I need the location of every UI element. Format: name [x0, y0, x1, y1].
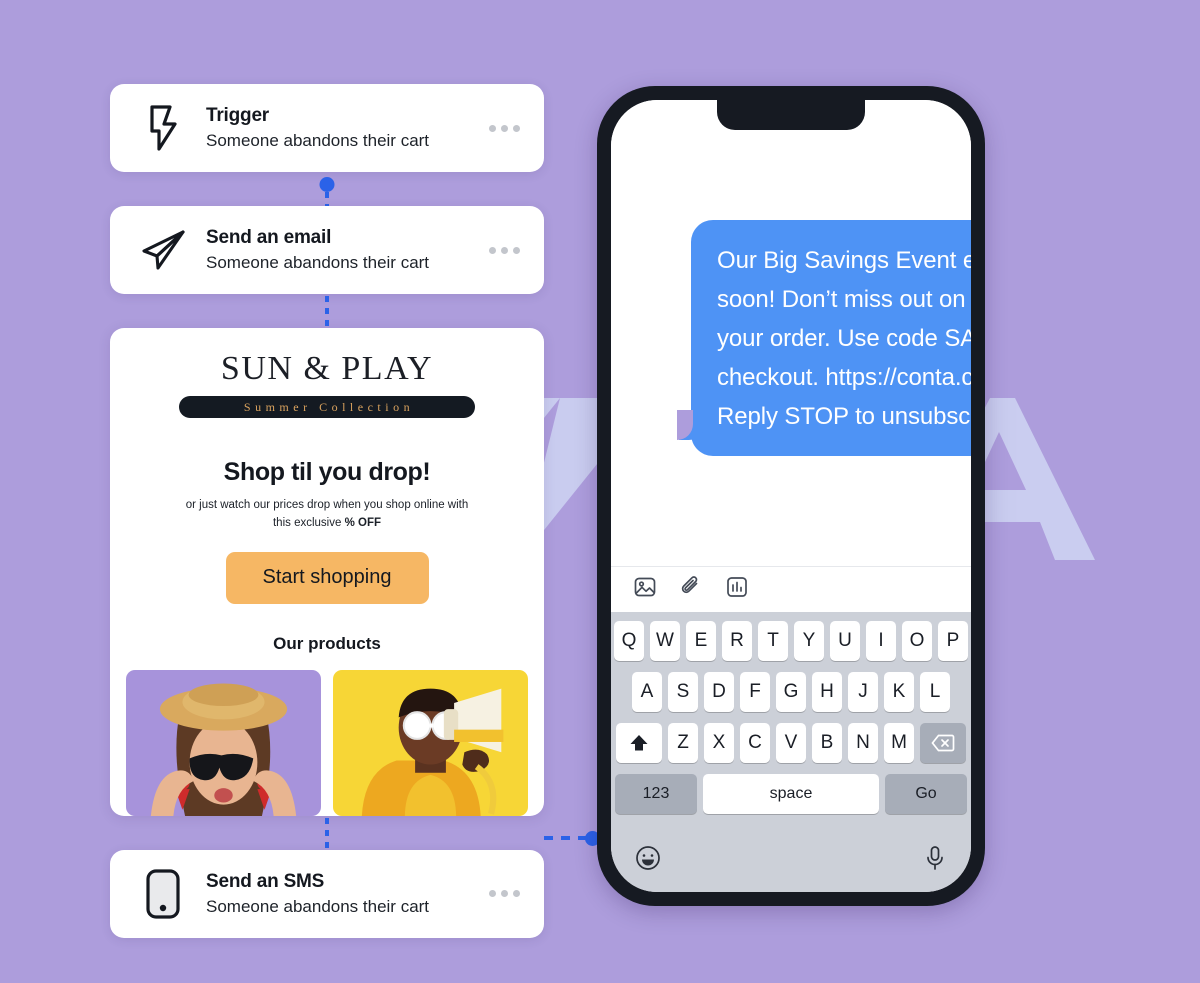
key-w[interactable]: W: [650, 621, 680, 661]
keyboard-row-2: A S D F G H J K L: [614, 672, 968, 712]
bubble-tail: [677, 410, 705, 441]
key-q[interactable]: Q: [614, 621, 644, 661]
more-options-icon[interactable]: [489, 890, 526, 898]
products-row: [126, 669, 528, 816]
paperclip-icon[interactable]: [679, 575, 703, 604]
sms-to-phone-connector: [544, 831, 600, 847]
key-x[interactable]: X: [704, 723, 734, 763]
flow-card-send-email[interactable]: Send an email Someone abandons their car…: [110, 206, 544, 294]
phone-mockup: Our Big Savings Event ends soon! Don’t m…: [597, 86, 985, 906]
sms-message-text: Our Big Savings Event ends soon! Don’t m…: [717, 247, 971, 430]
shift-icon[interactable]: [616, 723, 662, 763]
paper-plane-icon: [136, 223, 190, 277]
products-section-title: Our products: [273, 633, 381, 653]
emoji-smiley-icon[interactable]: [635, 845, 661, 876]
email-subtext-line1: or just watch our prices drop when you s…: [185, 499, 469, 512]
phone-notch: [717, 100, 865, 130]
email-subtext-bold: % OFF: [344, 516, 381, 529]
key-m[interactable]: M: [884, 723, 914, 763]
connector-dashed-line: [544, 836, 588, 840]
flow-card-subtitle: Someone abandons their cart: [206, 252, 430, 272]
keyboard-bottom-bar: [611, 836, 971, 892]
keyboard-row-4: 123 space Go: [614, 774, 968, 814]
phone-screen: Our Big Savings Event ends soon! Don’t m…: [611, 100, 971, 892]
backspace-icon[interactable]: [920, 723, 966, 763]
numbers-key[interactable]: 123: [615, 774, 697, 814]
keyboard-row-3: Z X C V B N M: [614, 723, 968, 763]
collection-badge: Summer Collection: [179, 396, 475, 419]
key-h[interactable]: H: [812, 672, 842, 712]
more-options-icon[interactable]: [489, 246, 526, 254]
key-u[interactable]: U: [830, 621, 860, 661]
flow-card-title: Send an SMS: [206, 870, 325, 892]
space-key[interactable]: space: [703, 774, 879, 814]
flow-card-subtitle: Someone abandons their cart: [206, 130, 430, 150]
connector-dot: [319, 177, 335, 192]
more-options-icon[interactable]: [489, 124, 526, 132]
flow-connector-3: [110, 816, 544, 850]
key-t[interactable]: T: [758, 621, 788, 661]
flow-card-trigger[interactable]: Trigger Someone abandons their cart: [110, 84, 544, 172]
key-r[interactable]: R: [722, 621, 752, 661]
start-shopping-button[interactable]: Start shopping: [225, 551, 429, 604]
email-subtext: or just watch our prices drop when you s…: [182, 497, 472, 532]
key-s[interactable]: S: [668, 672, 698, 712]
onscreen-keyboard: Q W E R T Y U I O P A S D F G H J K L Z …: [611, 612, 971, 892]
send-email-text: Send an email Someone abandons their car…: [190, 226, 489, 274]
email-subtext-line2: this exclusive: [272, 516, 345, 529]
key-j[interactable]: J: [848, 672, 878, 712]
key-c[interactable]: C: [740, 723, 770, 763]
key-o[interactable]: O: [902, 621, 932, 661]
sms-message-bubble: Our Big Savings Event ends soon! Don’t m…: [677, 220, 971, 457]
trigger-text: Trigger Someone abandons their cart: [190, 104, 489, 152]
collection-badge-label: Summer Collection: [243, 399, 415, 414]
automation-flow-column: Trigger Someone abandons their cart Send…: [110, 84, 544, 938]
key-f[interactable]: F: [740, 672, 770, 712]
key-n[interactable]: N: [848, 723, 878, 763]
flow-card-title: Trigger: [206, 105, 270, 127]
key-k[interactable]: K: [884, 672, 914, 712]
connector-dashed-line: [325, 817, 329, 848]
keyboard-row-1: Q W E R T Y U I O P: [614, 621, 968, 661]
image-icon[interactable]: [633, 575, 657, 604]
flow-card-title: Send an email: [206, 227, 332, 249]
mobile-phone-icon: [136, 867, 190, 921]
key-e[interactable]: E: [686, 621, 716, 661]
send-sms-text: Send an SMS Someone abandons their cart: [190, 870, 489, 918]
key-g[interactable]: G: [776, 672, 806, 712]
flow-card-subtitle: Someone abandons their cart: [206, 896, 430, 916]
attachment-toolbar: [611, 566, 971, 612]
key-d[interactable]: D: [704, 672, 734, 712]
product-image-2[interactable]: [333, 669, 528, 816]
lightning-bolt-icon: [136, 101, 190, 155]
poll-chart-icon[interactable]: [725, 575, 749, 604]
email-headline: Shop til you drop!: [223, 458, 431, 487]
email-preview-card[interactable]: SUN & PLAY Summer Collection Shop til yo…: [110, 328, 544, 816]
key-y[interactable]: Y: [794, 621, 824, 661]
key-i[interactable]: I: [866, 621, 896, 661]
key-a[interactable]: A: [632, 672, 662, 712]
key-v[interactable]: V: [776, 723, 806, 763]
return-key[interactable]: Go: [885, 774, 967, 814]
flow-connector-2: [110, 294, 544, 328]
flow-connector-1: [110, 172, 544, 208]
key-l[interactable]: L: [920, 672, 950, 712]
key-b[interactable]: B: [812, 723, 842, 763]
key-p[interactable]: P: [938, 621, 968, 661]
flow-card-send-sms[interactable]: Send an SMS Someone abandons their cart: [110, 849, 544, 938]
microphone-icon[interactable]: [923, 845, 947, 876]
connector-dashed-line: [325, 296, 329, 326]
brand-logo: SUN & PLAY: [220, 350, 434, 387]
product-image-1[interactable]: [126, 669, 321, 816]
key-z[interactable]: Z: [668, 723, 698, 763]
